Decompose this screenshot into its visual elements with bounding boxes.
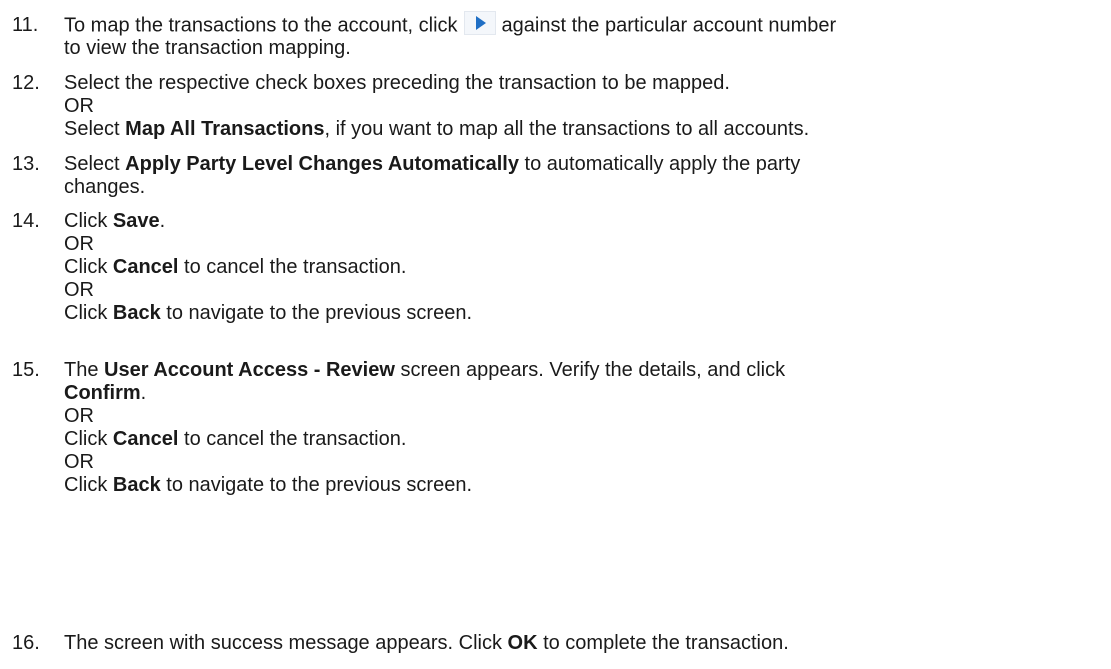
step-number: 13. <box>12 153 40 175</box>
step-text: to automatically apply the party <box>518 153 801 175</box>
step-text-line: changes. <box>64 176 146 198</box>
step-number: 14. <box>12 210 40 232</box>
or-separator: OR <box>64 233 94 255</box>
step-text: against the particular account number <box>501 14 837 37</box>
step-text-line: Click Back to navigate to the previous s… <box>64 302 472 325</box>
step-text: To map the transactions to the account, … <box>64 14 458 37</box>
or-separator: OR <box>64 405 94 427</box>
ok-term: OK <box>507 632 538 654</box>
step-text-line: The screen with success message appears.… <box>64 632 789 655</box>
step-text: to navigate to the previous screen. <box>160 302 473 324</box>
step-text: The <box>64 359 105 381</box>
step-text: Click <box>64 256 113 278</box>
step-text: Click <box>64 302 113 324</box>
cancel-term: Cancel <box>112 256 179 278</box>
or-separator: OR <box>64 451 94 473</box>
step-text: to cancel the transaction. <box>178 428 407 450</box>
step-text: Click <box>64 210 113 232</box>
step-text: Select <box>64 153 126 175</box>
step-text-line: Click Cancel to cancel the transaction. <box>64 428 406 451</box>
step-number: 16. <box>12 632 40 654</box>
step-text: Click <box>64 428 113 450</box>
step-text: to complete the transaction. <box>537 632 789 654</box>
step-text-line: Confirm. <box>64 382 146 405</box>
apply-party-level-changes-term: Apply Party Level Changes Automatically <box>125 153 519 175</box>
confirm-term: Confirm <box>64 382 141 404</box>
step-text: The screen with success message appears.… <box>64 632 508 654</box>
step-text-line: Select Map All Transactions, if you want… <box>64 118 809 141</box>
step-text-line: Select the respective check boxes preced… <box>64 72 730 94</box>
map-all-transactions-term: Map All Transactions <box>125 118 325 140</box>
step-text-line: The User Account Access - Review screen … <box>64 359 785 382</box>
back-term: Back <box>112 302 161 324</box>
step-text-line: Click Cancel to cancel the transaction. <box>64 256 406 279</box>
step-text: Select <box>64 118 126 140</box>
or-separator: OR <box>64 279 94 301</box>
step-text-line: to view the transaction mapping. <box>64 37 351 59</box>
step-number: 11. <box>12 14 39 36</box>
play-arrow-icon <box>463 11 496 35</box>
step-text: . <box>140 382 147 404</box>
step-number: 12. <box>12 72 40 94</box>
step-text: to cancel the transaction. <box>178 256 407 278</box>
step-text-line: Select Apply Party Level Changes Automat… <box>64 153 800 176</box>
user-account-access-review-term: User Account Access - Review <box>104 359 395 381</box>
back-term: Back <box>112 474 161 496</box>
step-text: Click <box>64 474 113 496</box>
step-text: to navigate to the previous screen. <box>160 474 473 496</box>
step-text-line: Click Save. <box>64 210 165 233</box>
step-text-line: To map the transactions to the account, … <box>64 11 837 37</box>
or-separator: OR <box>64 95 94 117</box>
save-term: Save <box>112 210 160 232</box>
step-text-line: Click Back to navigate to the previous s… <box>64 474 472 497</box>
step-text: , if you want to map all the transaction… <box>324 118 810 140</box>
step-number: 15. <box>12 359 40 381</box>
cancel-term: Cancel <box>112 428 179 450</box>
step-text: screen appears. Verify the details, and … <box>394 359 786 381</box>
step-text: . <box>159 210 166 232</box>
